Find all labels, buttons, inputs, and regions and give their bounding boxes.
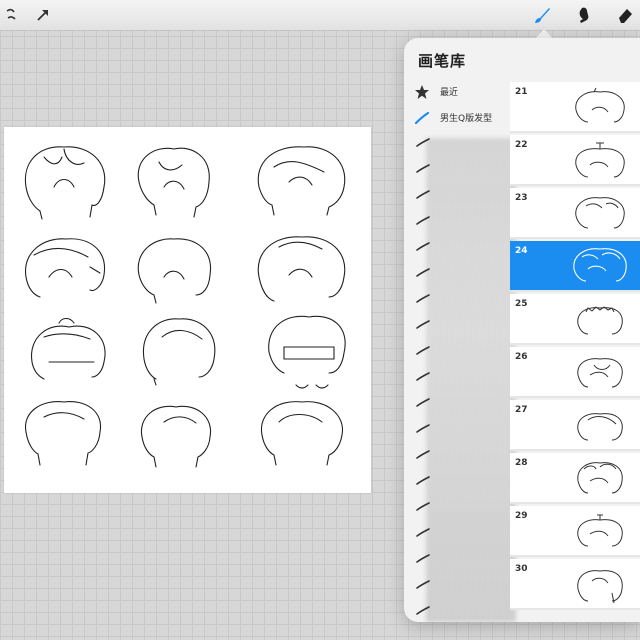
category-label-boys-chibi-hair: 男生Q版发型 [440,114,493,124]
eraser-icon [619,9,632,23]
blurred-category-list [426,138,516,622]
brush-icon [535,8,550,23]
transform-button[interactable] [32,4,54,26]
brush-item[interactable]: 30 [510,559,640,610]
brush-number: 23 [515,193,528,203]
brush-preview [577,306,623,335]
smudge-tool-button[interactable] [574,4,596,26]
brush-preview [577,413,623,441]
brush-preview [577,462,623,494]
brush-library-panel: 画笔库 最近 男生Q版发型 21 22 23 24 25 26 27 28 29… [404,38,640,622]
brush-number: 30 [515,564,528,574]
brush-number: 22 [515,140,528,150]
brush-preview [577,358,623,388]
brush-preview [575,142,625,178]
panel-title: 画笔库 [418,52,467,70]
category-stroke-icons [416,138,430,615]
brush-preview [575,87,625,123]
brush-preview [577,514,623,547]
brush-tool-button[interactable] [531,4,553,26]
brush-number: 25 [515,299,528,309]
smudge-icon [579,7,589,23]
brush-item[interactable]: 21 [510,82,640,133]
adjustments-icon [6,8,16,20]
adjustments-button[interactable] [0,4,22,26]
brush-number: 26 [515,352,528,362]
brush-stroke-icon [414,111,430,125]
brush-item[interactable]: 22 [510,135,640,186]
arrow-icon [37,10,48,21]
brush-number: 27 [515,405,528,415]
brush-list: 21 22 23 24 25 26 27 28 29 30 [510,82,640,622]
brush-number: 21 [515,87,528,97]
eraser-tool-button[interactable] [614,4,636,26]
brush-item[interactable]: 25 [510,294,640,345]
brush-number: 28 [515,458,528,468]
brush-item[interactable]: 27 [510,400,640,451]
brush-item[interactable]: 23 [510,188,640,239]
top-toolbar [0,0,640,31]
category-label-recent: 最近 [440,88,459,98]
hair-sketches [24,146,346,468]
star-icon [415,85,429,99]
brush-number: 24 [515,246,528,256]
brush-number: 29 [515,511,528,521]
brush-preview [573,248,627,282]
brush-item[interactable]: 26 [510,347,640,398]
category-recent[interactable]: 最近 [404,80,510,104]
brush-preview [575,197,625,229]
brush-item-selected[interactable]: 24 [510,241,640,292]
brush-item[interactable]: 28 [510,453,640,504]
category-boys-chibi-hair[interactable]: 男生Q版发型 [404,106,510,130]
drawing-canvas[interactable] [4,127,371,493]
brush-item[interactable]: 29 [510,506,640,557]
brush-preview [577,570,623,604]
